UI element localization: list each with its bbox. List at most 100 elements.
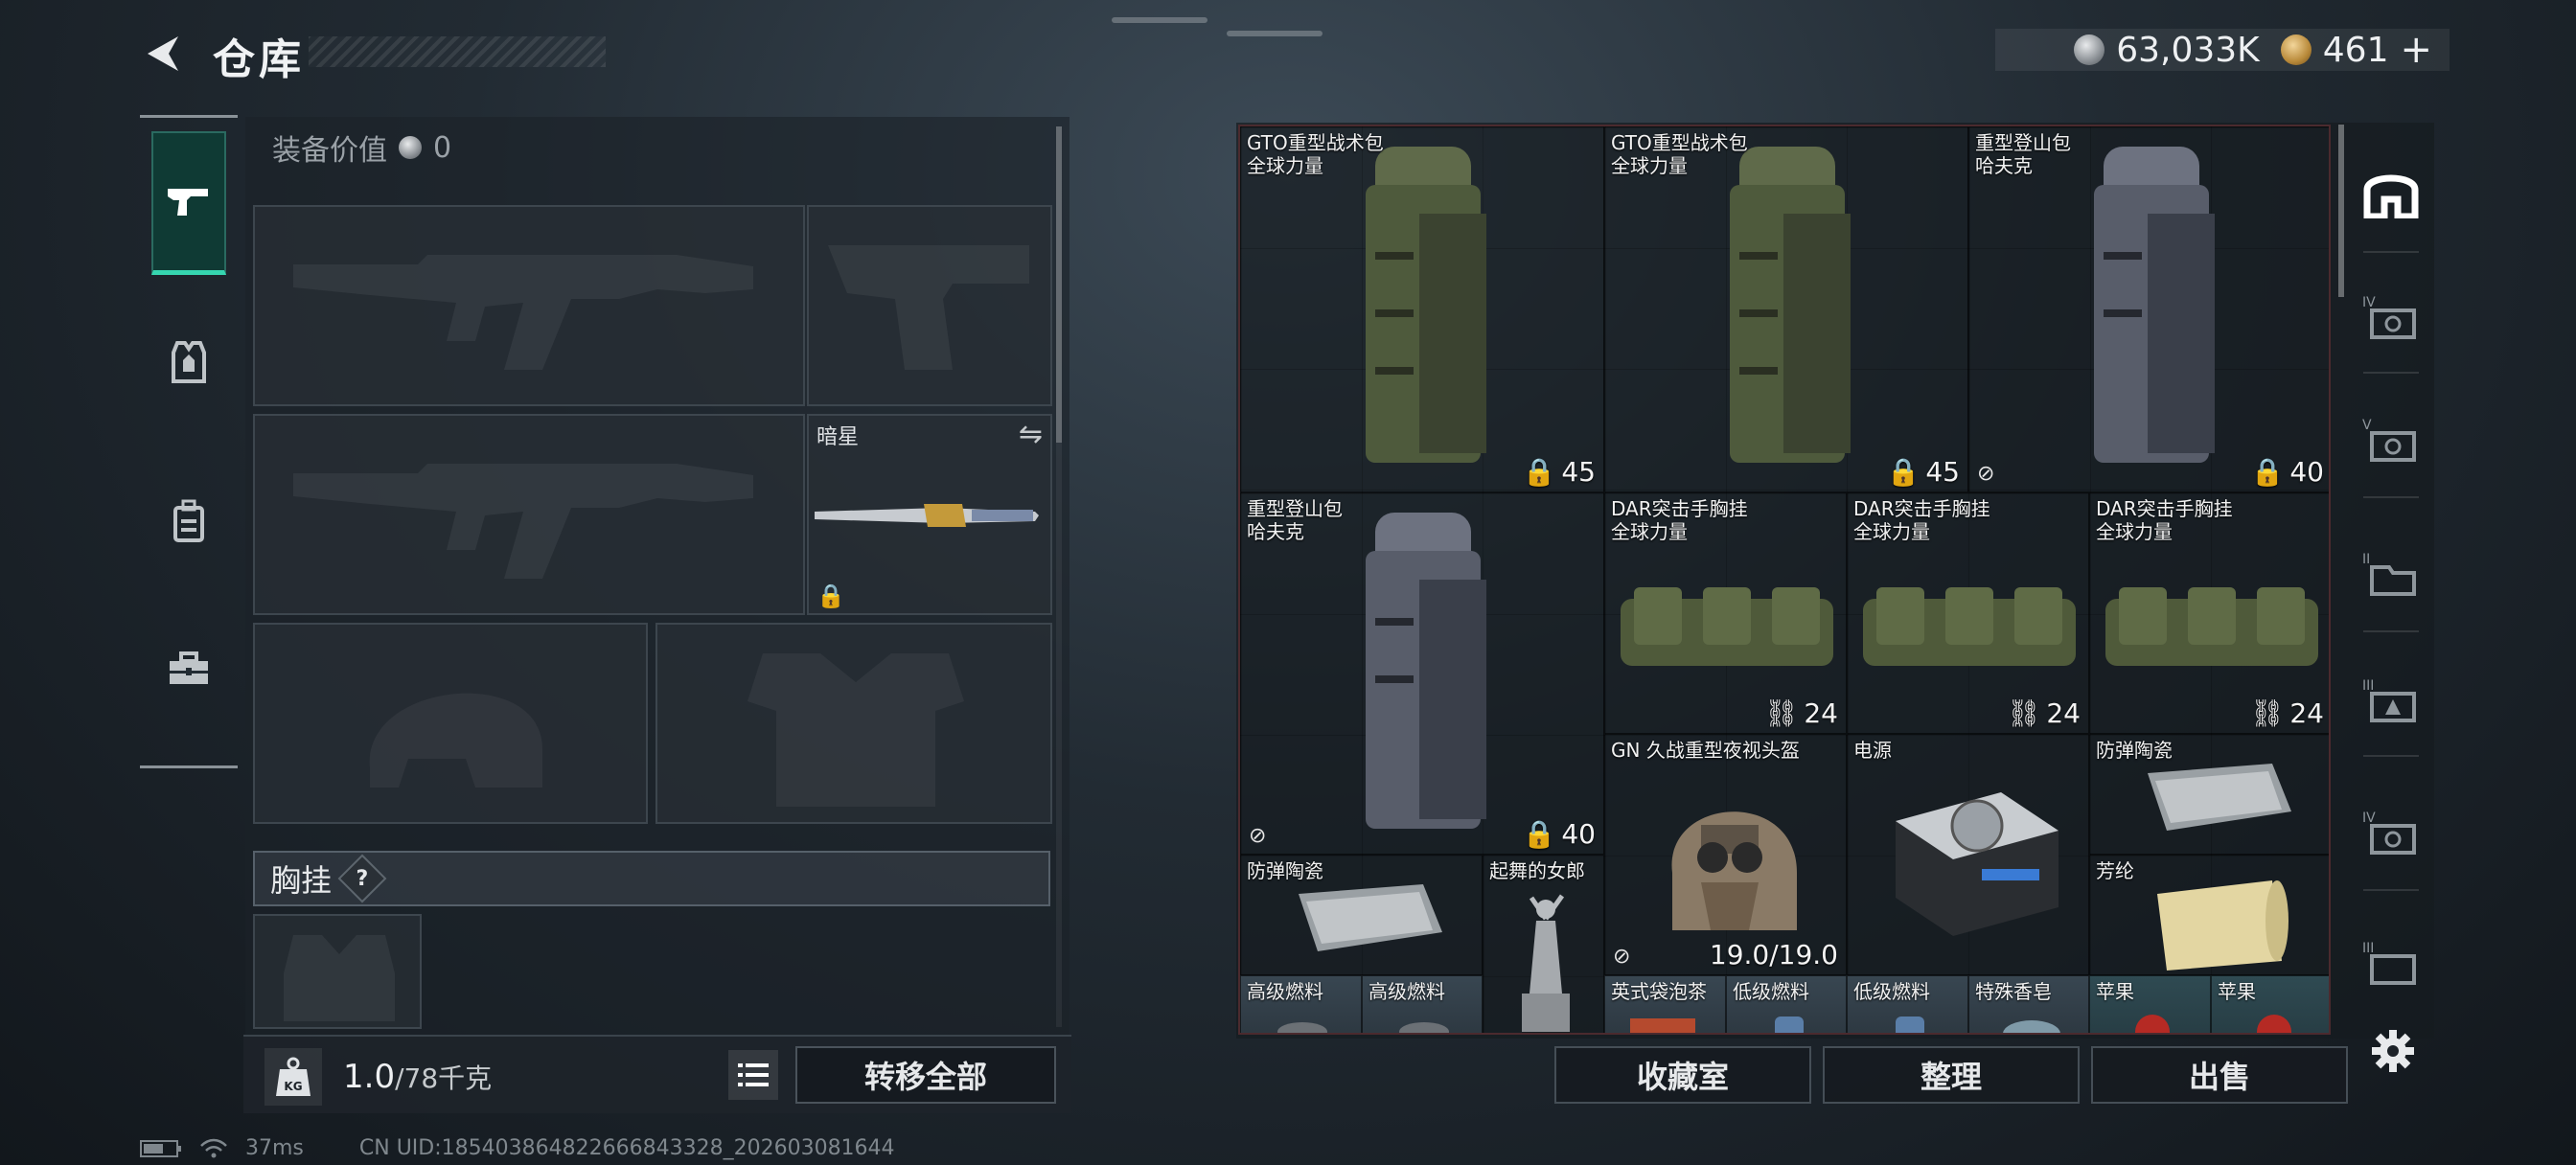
collection-room-button[interactable]: 收藏室 <box>1554 1046 1811 1104</box>
helmet-slot[interactable] <box>253 623 648 824</box>
ceramic-plate-image <box>2148 764 2291 831</box>
stash-item[interactable]: GN 久战重型夜视头盔 ⊘ 19.0/19.0 <box>1604 734 1847 975</box>
equipment-value: 装备价值 0 <box>272 126 451 169</box>
weight-total: /78千克 <box>395 1062 493 1094</box>
item-name: 苹果 <box>2096 980 2134 1003</box>
item-brand: 全球力量 <box>1611 154 1688 177</box>
item-brand: 全球力量 <box>1853 520 1930 543</box>
status-bar: 37ms CN UID:1854038648226668433​28_20260… <box>140 1136 895 1160</box>
tier-iii-icon[interactable]: III <box>2361 933 2421 993</box>
stash-scroll-thumb[interactable] <box>2338 125 2344 297</box>
tab-weapons[interactable] <box>151 131 226 275</box>
weight-readout: 1.0/78千克 <box>343 1058 492 1096</box>
stash-item[interactable]: 高级燃料 <box>1240 975 1362 1033</box>
item-durability: 19.0/19.0 <box>1709 939 1838 971</box>
equipment-scroll-thumb[interactable] <box>1056 126 1062 443</box>
item-name: DAR突击手胸挂 <box>1853 497 1990 520</box>
list-view-button[interactable] <box>728 1050 778 1100</box>
stash-item[interactable]: 重型登山包 哈夫克 ⊘ 🔒 40 <box>1240 492 1604 855</box>
equipment-value-label: 装备价值 <box>272 134 387 168</box>
lock-icon: 🔒 <box>816 582 845 609</box>
item-name: 电源 <box>1853 739 1892 762</box>
item-capacity: ⛓ 24 <box>1763 697 1838 729</box>
tab-armor[interactable] <box>151 290 226 434</box>
ceiling-lights <box>1112 17 1322 36</box>
item-name: 防弹陶瓷 <box>2096 739 2173 762</box>
tier-iv-icon[interactable]: IV <box>2361 803 2421 862</box>
stash-item[interactable]: 低级燃料 <box>1847 975 1968 1033</box>
apple-image <box>2135 1015 2170 1033</box>
chest-rig-image <box>2105 587 2318 666</box>
stash-item[interactable]: 高级燃料 <box>1362 975 1483 1033</box>
sidearm-slot[interactable] <box>807 205 1052 406</box>
item-name: GTO重型战术包 <box>1611 131 1748 154</box>
fuel-bottle-image <box>1896 1017 1924 1033</box>
item-name: 苹果 <box>2218 980 2256 1003</box>
secondary-weapon-slot[interactable] <box>253 414 805 615</box>
svg-text:IV: IV <box>2362 295 2376 310</box>
rifle-silhouette-icon <box>293 255 753 370</box>
home-icon[interactable] <box>2361 163 2421 222</box>
primary-weapon-slot[interactable] <box>253 205 805 406</box>
chest-rig-label: 胸挂 <box>270 862 333 899</box>
ping-text: 37ms <box>245 1136 304 1160</box>
uid-text: CN UID:1854038648226668433​28_2026030816… <box>358 1136 895 1160</box>
tier-v-icon[interactable]: V <box>2361 410 2421 469</box>
stash-item[interactable]: DAR突击手胸挂 全球力量 ⛓ 24 <box>1604 492 1847 734</box>
stash-item[interactable]: DAR突击手胸挂 全球力量 ⛓ 24 <box>1847 492 2089 734</box>
stash-item[interactable]: 电源 <box>1847 734 2089 975</box>
item-capacity: 🔒 40 <box>1522 818 1596 850</box>
stash-item[interactable]: 防弹陶瓷 <box>2089 734 2329 855</box>
stash-item[interactable]: GTO重型战术包 全球力量 🔒 45 <box>1240 126 1604 492</box>
stash-item[interactable]: DAR突击手胸挂 全球力量 ⛓ 24 <box>2089 492 2329 734</box>
tactical-backpack-image <box>1366 147 1486 463</box>
body-armor-slot[interactable] <box>656 623 1052 824</box>
silver-coin-icon <box>399 136 422 159</box>
item-name: DAR突击手胸挂 <box>2096 497 2233 520</box>
tactical-backpack-image <box>1730 147 1851 463</box>
tab-toolbox[interactable] <box>151 597 226 741</box>
transfer-all-button[interactable]: 转移全部 <box>795 1046 1056 1104</box>
chest-rig-slot[interactable] <box>253 914 422 1029</box>
item-name: GN 久战重型夜视头盔 <box>1611 739 1800 762</box>
item-capacity: 🔒 40 <box>2250 456 2324 488</box>
item-capacity: ⛓ 24 <box>2249 697 2324 729</box>
stash-item[interactable]: 苹果 <box>2089 975 2211 1033</box>
stash-item[interactable]: 特殊香皂 <box>1968 975 2089 1033</box>
stash-item[interactable]: 苹果 <box>2211 975 2329 1033</box>
aramid-roll-image <box>2157 880 2288 971</box>
add-currency-button[interactable]: + <box>2400 28 2432 72</box>
stash-item[interactable]: GTO重型战术包 全球力量 🔒 45 <box>1604 126 1968 492</box>
help-icon[interactable]: ? <box>337 854 387 903</box>
svg-text:IV: IV <box>2362 811 2376 826</box>
item-name: 高级燃料 <box>1247 980 1323 1003</box>
climbing-backpack-image <box>2094 147 2215 463</box>
tier-iii-icon[interactable]: III <box>2361 671 2421 730</box>
tab-backpack[interactable] <box>151 449 226 593</box>
item-brand: 全球力量 <box>2096 520 2173 543</box>
stash-item[interactable]: 低级燃料 <box>1726 975 1847 1033</box>
melee-slot[interactable]: 暗星 ⇋ 🔒 <box>807 414 1052 615</box>
item-name: 重型登山包 <box>1975 131 2071 154</box>
sell-button[interactable]: 出售 <box>2091 1046 2348 1104</box>
tier-ii-icon[interactable]: II <box>2361 544 2421 604</box>
fuel-canister-image <box>1277 1022 1327 1033</box>
stash-item[interactable]: 英式袋泡茶 <box>1604 975 1726 1033</box>
knife-image <box>815 504 1039 527</box>
svg-text:V: V <box>2362 418 2372 433</box>
stash-item[interactable]: 芳纶 <box>2089 855 2329 975</box>
fuel-canister-image <box>1399 1022 1449 1033</box>
tier-iv-icon[interactable]: IV <box>2361 287 2421 347</box>
climbing-backpack-image <box>1366 513 1486 829</box>
stash-item[interactable]: 重型登山包 哈夫克 ⊘ 🔒 40 <box>1968 126 2329 492</box>
stash-item[interactable]: 起舞的女郎 <box>1483 855 1604 1033</box>
no-insurance-icon: ⊘ <box>1613 945 1631 969</box>
stash-item[interactable]: 防弹陶瓷 <box>1240 855 1483 975</box>
organize-button[interactable]: 整理 <box>1823 1046 2080 1104</box>
night-vision-helmet-image <box>1671 811 1797 930</box>
item-brand: 全球力量 <box>1247 154 1323 177</box>
settings-button[interactable] <box>2367 1025 2419 1077</box>
item-capacity: 🔒 45 <box>1522 456 1596 488</box>
backpack-icon <box>173 499 204 542</box>
back-button[interactable] <box>134 27 192 80</box>
